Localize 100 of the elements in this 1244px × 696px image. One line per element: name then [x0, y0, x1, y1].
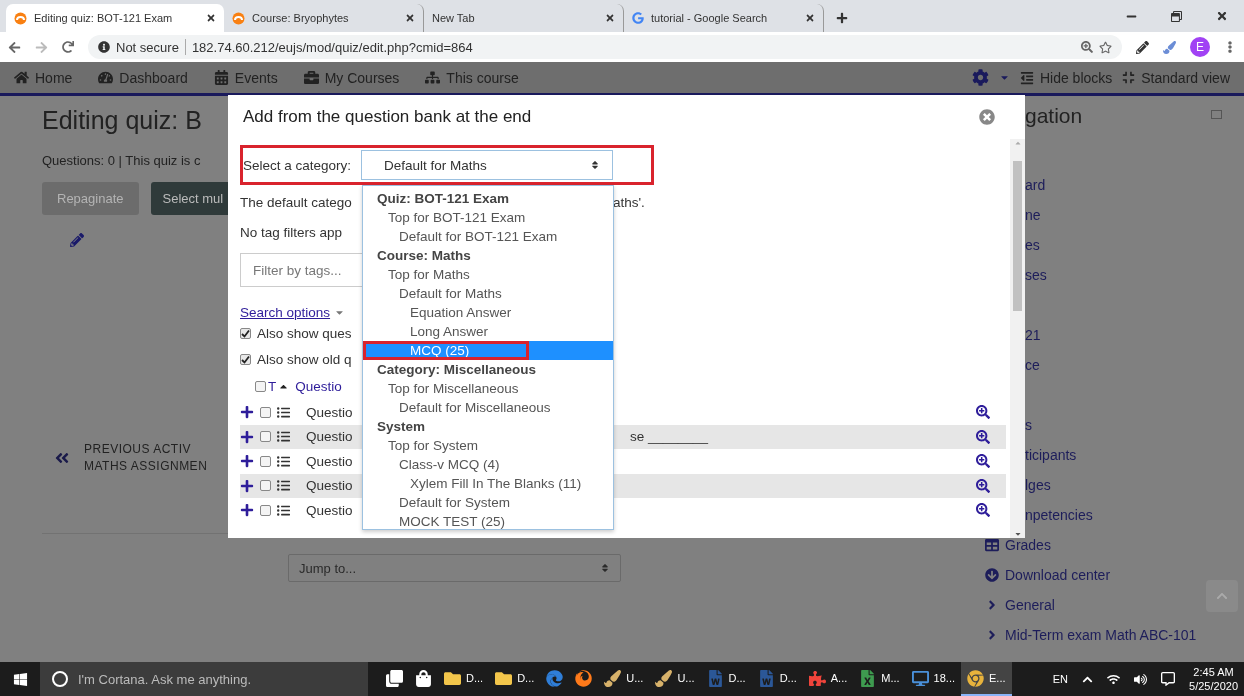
security-label: Not secure	[116, 39, 179, 55]
clock[interactable]: 2:45 AM 5/25/2020	[1189, 665, 1238, 693]
close-icon[interactable]	[605, 13, 615, 23]
tag-filter-field[interactable]: Filter by tags...	[240, 253, 362, 287]
taskbar-app[interactable]: D...	[751, 662, 803, 696]
settings-icon[interactable]	[971, 69, 989, 86]
dropdown-option[interactable]: Default for Miscellaneous	[363, 398, 613, 417]
scrollbar-thumb[interactable]	[1013, 161, 1022, 311]
dropdown-option[interactable]: Top for Miscellaneous	[363, 379, 613, 398]
checkbox[interactable]	[260, 431, 271, 443]
sidebar-link[interactable]: ticipants	[1025, 440, 1244, 470]
preview-icon[interactable]	[976, 503, 990, 518]
dropdown-option[interactable]: Default for BOT-121 Exam	[363, 227, 613, 246]
wifi-icon[interactable]	[1107, 672, 1121, 686]
back-icon[interactable]	[8, 40, 21, 54]
language-indicator[interactable]: EN	[1052, 673, 1069, 685]
column-header[interactable]: T	[268, 378, 277, 394]
taskbar-app[interactable]: D...	[438, 662, 490, 696]
chrome-icon	[967, 669, 984, 687]
category-select[interactable]: Default for Maths	[361, 150, 613, 180]
taskbar-app[interactable]: U...	[598, 662, 650, 696]
sidebar-link[interactable]: Mid-Term exam Math ABC-101	[985, 620, 1244, 650]
add-icon[interactable]	[240, 478, 254, 493]
dropdown-option[interactable]: Default for System	[363, 493, 613, 512]
dropdown-option[interactable]: Default for Maths	[363, 284, 613, 303]
taskbar-app[interactable]: A...	[802, 662, 854, 696]
checkbox[interactable]	[260, 504, 271, 516]
search-field[interactable]: I'm Cortana. Ask me anything.	[40, 662, 368, 696]
add-icon[interactable]	[240, 405, 254, 420]
browser-tab[interactable]: Editing quiz: BOT-121 Exam	[6, 4, 224, 32]
preview-icon[interactable]	[976, 429, 990, 444]
sidebar-link[interactable]: es	[1025, 230, 1244, 260]
volume-icon[interactable]	[1134, 672, 1148, 686]
checkbox[interactable]	[240, 353, 251, 365]
close-icon[interactable]	[206, 13, 216, 23]
dropdown-option[interactable]: Top for System	[363, 436, 613, 455]
dropdown-option[interactable]: Class-v MCQ (4)	[363, 455, 613, 474]
sidebar-link[interactable]: ard	[1025, 170, 1244, 200]
taskbar-app[interactable]: M...	[853, 662, 906, 696]
moodle-icon	[232, 11, 245, 25]
close-icon[interactable]	[805, 13, 815, 23]
taskbar-app[interactable]: E...	[961, 662, 1012, 696]
sidebar-link[interactable]: lges	[1025, 470, 1244, 500]
taskbar-app[interactable]: D...	[489, 662, 541, 696]
close-icon[interactable]	[1216, 10, 1228, 22]
sidebar-link[interactable]: ce	[1025, 350, 1244, 380]
new-tab-icon[interactable]	[836, 12, 848, 24]
group-label: Quiz: BOT-121 Exam	[376, 190, 511, 208]
preview-icon[interactable]	[976, 405, 990, 420]
sidebar-link[interactable]: npetencies	[1025, 500, 1244, 530]
sidebar-link[interactable]: ses	[1025, 260, 1244, 290]
preview-icon[interactable]	[976, 478, 990, 493]
sidebar-link[interactable]: s	[1025, 410, 1244, 440]
taskbar-app[interactable]: U...	[649, 662, 701, 696]
taskbar-app[interactable]: D...	[700, 662, 752, 696]
sidebar-link[interactable]: Download center	[985, 560, 1244, 590]
reload-icon[interactable]	[62, 41, 74, 53]
pencil-icon[interactable]	[70, 233, 84, 247]
puzzle-app-icon	[808, 669, 826, 687]
dropdown-option[interactable]: MOCK TEST (25)	[363, 512, 613, 531]
jump-to-select[interactable]: Jump to...	[288, 554, 621, 582]
column-header[interactable]: Questio	[295, 378, 342, 394]
dropdown-option[interactable]: Long Answer	[363, 322, 613, 341]
dropdown-option[interactable]: Top for Maths	[363, 265, 613, 284]
scrollbar[interactable]	[1010, 139, 1025, 538]
extension-icon[interactable]	[1136, 40, 1149, 54]
preview-icon[interactable]	[976, 454, 990, 469]
default-category-text: aths'.	[613, 194, 646, 210]
search-options-link[interactable]: Search options	[240, 305, 346, 320]
close-icon[interactable]	[405, 13, 415, 23]
task-view-icon	[386, 669, 403, 687]
block-heading: gation	[1025, 104, 1083, 129]
address-bar[interactable]: Not secure 182.74.60.212/eujs/mod/quiz/edit.php?cmid=864	[88, 35, 1122, 59]
add-icon[interactable]	[240, 503, 254, 518]
checkbox[interactable]	[260, 406, 271, 418]
add-icon[interactable]	[240, 454, 254, 469]
notification-icon[interactable]	[1161, 672, 1176, 686]
zoom-icon[interactable]	[1081, 41, 1093, 53]
sidebar-link[interactable]: General	[985, 590, 1244, 620]
group-label: System	[376, 418, 427, 436]
dropdown-option[interactable]: Top for BOT-121 Exam	[363, 208, 613, 227]
double-left-icon[interactable]	[54, 450, 70, 466]
profile-avatar[interactable]: E	[1190, 37, 1210, 57]
checkbox[interactable]	[240, 327, 251, 339]
previous-activity-link[interactable]: PREVIOUS ACTIV MATHS ASSIGNMEN	[84, 441, 208, 475]
tag-filter-text: No tag filters app	[240, 224, 344, 240]
star-icon[interactable]	[1099, 40, 1112, 54]
dropdown-option[interactable]: Xylem Fill In The Blanks (11)	[363, 474, 613, 493]
checkbox[interactable]	[260, 455, 271, 467]
sidebar-link[interactable]: Grades	[985, 530, 1244, 560]
restore-icon[interactable]	[1171, 10, 1182, 22]
sidebar-link[interactable]: 21	[1025, 320, 1244, 350]
dropdown-option[interactable]: Equation Answer	[363, 303, 613, 322]
sidebar-link[interactable]: ne	[1025, 200, 1244, 230]
taskbar-app[interactable]: 18...	[905, 662, 961, 696]
checkbox[interactable]	[255, 380, 266, 392]
default-category-text: The default catego	[240, 194, 353, 210]
scroll-down-icon[interactable]	[1013, 530, 1022, 538]
checkbox[interactable]	[260, 480, 271, 492]
add-icon[interactable]	[240, 429, 254, 444]
